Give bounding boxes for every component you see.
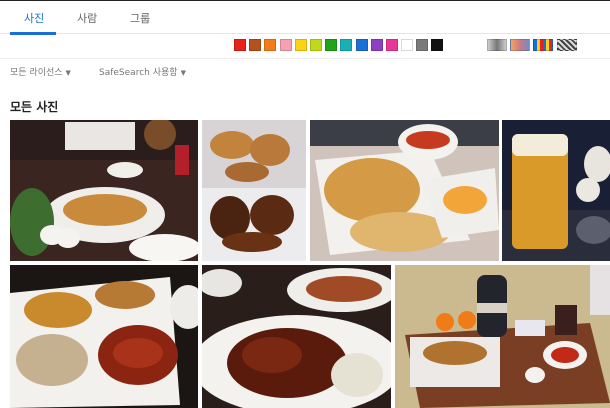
flickr-search-page: 사진 사람 그룹 모든 라이선스 ▼ SafeSearch 사용함 ▼ 모든 사진: [0, 0, 610, 408]
beer-glass-photo[interactable]: [502, 120, 610, 261]
fried-food-platter-image: [310, 120, 499, 261]
noise-filter-icon[interactable]: [556, 39, 577, 51]
caret-down-icon: ▼: [65, 69, 71, 77]
color-swatch-13[interactable]: [416, 39, 429, 51]
color-swatch-3[interactable]: [264, 39, 277, 51]
fried-food-platter-photo[interactable]: [310, 120, 499, 261]
color-swatch-5[interactable]: [294, 39, 307, 51]
color-swatch-12[interactable]: [401, 39, 414, 51]
chicken-delivery-table-photo[interactable]: [395, 265, 610, 408]
tab-groups[interactable]: 그룹: [130, 10, 150, 26]
color-swatch-6[interactable]: [309, 39, 322, 51]
vivid-color-filter-icon[interactable]: [510, 39, 531, 51]
fried-chicken-table-photo[interactable]: [10, 120, 198, 261]
safesearch-dropdown[interactable]: SafeSearch 사용함 ▼: [99, 65, 186, 78]
chicken-delivery-table-image: [395, 265, 610, 408]
tab-photos[interactable]: 사진: [24, 10, 44, 26]
color-swatch-2[interactable]: [249, 39, 262, 51]
color-filter-swatches: [234, 39, 447, 54]
chicken-boxes-photo[interactable]: [202, 120, 306, 261]
tab-people[interactable]: 사람: [77, 10, 97, 26]
color-swatch-7[interactable]: [325, 39, 338, 51]
tab-bar: 사진 사람 그룹: [0, 0, 610, 35]
caret-down-icon: ▼: [180, 69, 186, 77]
spicy-chicken-plate-photo[interactable]: [10, 265, 198, 408]
color-swatch-4[interactable]: [279, 39, 292, 51]
search-filters: 모든 라이선스 ▼ SafeSearch 사용함 ▼: [0, 58, 610, 82]
color-swatch-11[interactable]: [385, 39, 398, 51]
color-mode-filters: [487, 39, 580, 54]
color-swatch-1[interactable]: [234, 39, 246, 51]
safesearch-label: SafeSearch 사용함: [99, 68, 178, 78]
color-swatch-14[interactable]: [431, 39, 444, 51]
color-swatch-10[interactable]: [370, 39, 383, 51]
fried-chicken-table-image: [10, 120, 198, 261]
glazed-wings-image: [202, 265, 391, 408]
beer-glass-image: [502, 120, 610, 261]
pattern-filter-icon[interactable]: [533, 39, 554, 51]
chicken-boxes-image: [202, 120, 306, 261]
license-filter-dropdown[interactable]: 모든 라이선스 ▼: [10, 65, 71, 78]
section-title: 모든 사진: [10, 100, 59, 114]
license-filter-label: 모든 라이선스: [10, 68, 63, 78]
color-swatch-9[interactable]: [355, 39, 368, 51]
color-swatch-8[interactable]: [340, 39, 353, 51]
glazed-wings-photo[interactable]: [202, 265, 391, 408]
grayscale-filter-icon[interactable]: [487, 39, 507, 51]
active-tab-indicator: [10, 32, 56, 35]
spicy-chicken-plate-image: [10, 265, 198, 408]
